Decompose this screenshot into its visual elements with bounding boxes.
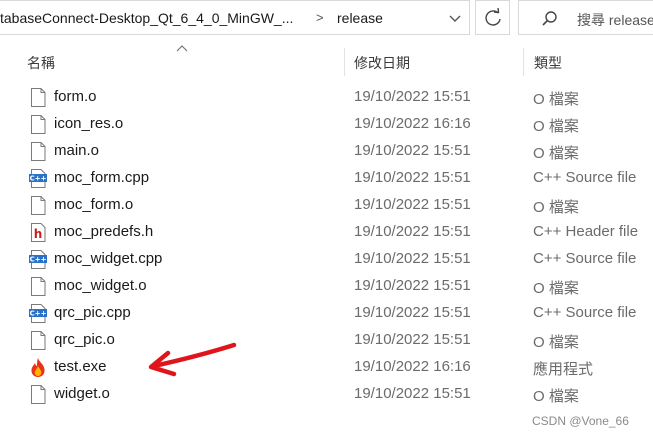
file-row[interactable]: h moc_predefs.h 19/10/2022 15:51 C++ Hea…: [0, 219, 653, 246]
address-toolbar: tabaseConnect-Desktop_Qt_6_4_0_MinGW_...…: [0, 0, 653, 36]
breadcrumb-segment-parent[interactable]: tabaseConnect-Desktop_Qt_6_4_0_MinGW_...: [0, 10, 293, 26]
file-type: O 檔案: [533, 199, 579, 216]
search-box[interactable]: 搜尋 release: [518, 0, 653, 35]
file-row-test-exe[interactable]: test.exe 19/10/2022 16:16 應用程式: [0, 354, 653, 381]
breadcrumb-separator-icon[interactable]: >: [316, 10, 324, 25]
column-header-row: 名稱 修改日期 類型: [0, 44, 653, 78]
refresh-icon: [485, 7, 501, 26]
blank-file-icon: [29, 276, 47, 297]
file-type: C++ Header file: [533, 223, 639, 240]
file-date: 19/10/2022 15:51: [354, 169, 471, 186]
breadcrumb-segment-release[interactable]: release: [337, 10, 383, 26]
file-name: moc_form.cpp: [54, 169, 150, 186]
file-name: moc_widget.o: [54, 277, 147, 294]
search-icon: [542, 11, 557, 26]
watermark-text: CSDN @Vone_66: [532, 414, 629, 428]
cpp-file-icon: C++: [29, 249, 47, 270]
address-history-dropdown[interactable]: [444, 7, 466, 29]
file-row[interactable]: moc_widget.o 19/10/2022 15:51 O 檔案: [0, 273, 653, 300]
file-name: moc_predefs.h: [54, 223, 154, 240]
address-bar[interactable]: tabaseConnect-Desktop_Qt_6_4_0_MinGW_...…: [0, 0, 470, 35]
file-date: 19/10/2022 15:51: [354, 142, 471, 159]
file-name: main.o: [54, 142, 100, 159]
blank-file-icon: [29, 114, 47, 135]
blank-file-icon: [29, 195, 47, 216]
cpp-file-icon: C++: [29, 168, 47, 189]
file-list: form.o 19/10/2022 15:51 O 檔案 icon_res.o …: [0, 84, 653, 408]
blank-file-icon: [29, 141, 47, 162]
flame-app-icon: [29, 357, 47, 378]
file-name: qrc_pic.cpp: [54, 304, 131, 321]
chevron-down-icon: [449, 15, 461, 22]
file-row[interactable]: main.o 19/10/2022 15:51 O 檔案: [0, 138, 653, 165]
file-type: O 檔案: [533, 334, 579, 351]
svg-text:C++: C++: [30, 256, 47, 264]
svg-text:h: h: [34, 227, 43, 241]
svg-text:C++: C++: [30, 175, 47, 183]
file-row[interactable]: moc_form.o 19/10/2022 15:51 O 檔案: [0, 192, 653, 219]
file-name: icon_res.o: [54, 115, 124, 132]
file-name: moc_widget.cpp: [54, 250, 163, 267]
svg-text:C++: C++: [30, 310, 47, 318]
file-name: form.o: [54, 88, 97, 105]
file-type: C++ Source file: [533, 250, 637, 267]
file-date: 19/10/2022 15:51: [354, 277, 471, 294]
blank-file-icon: [29, 87, 47, 108]
column-header-type[interactable]: 類型: [534, 53, 562, 73]
file-row[interactable]: C++ moc_widget.cpp 19/10/2022 15:51 C++ …: [0, 246, 653, 273]
header-file-icon: h: [29, 222, 47, 243]
file-row[interactable]: widget.o 19/10/2022 15:51 O 檔案: [0, 381, 653, 408]
file-date: 19/10/2022 15:51: [354, 223, 471, 240]
search-input[interactable]: 搜尋 release: [577, 10, 653, 30]
column-divider[interactable]: [523, 48, 524, 76]
file-date: 19/10/2022 15:51: [354, 385, 471, 402]
file-date: 19/10/2022 15:51: [354, 304, 471, 321]
file-name: test.exe: [54, 358, 107, 375]
file-date: 19/10/2022 15:51: [354, 196, 471, 213]
file-date: 19/10/2022 15:51: [354, 88, 471, 105]
file-row[interactable]: form.o 19/10/2022 15:51 O 檔案: [0, 84, 653, 111]
file-date: 19/10/2022 15:51: [354, 331, 471, 348]
file-type: O 檔案: [533, 145, 579, 162]
file-type: C++ Source file: [533, 169, 637, 186]
file-date: 19/10/2022 16:16: [354, 115, 471, 132]
blank-file-icon: [29, 384, 47, 405]
column-header-date[interactable]: 修改日期: [354, 53, 410, 73]
file-date: 19/10/2022 15:51: [354, 250, 471, 267]
cpp-file-icon: C++: [29, 303, 47, 324]
file-row[interactable]: qrc_pic.o 19/10/2022 15:51 O 檔案: [0, 327, 653, 354]
file-type: O 檔案: [533, 91, 579, 108]
file-type: 應用程式: [533, 361, 594, 378]
file-type: O 檔案: [533, 118, 579, 135]
column-header-name[interactable]: 名稱: [27, 53, 55, 73]
file-row[interactable]: icon_res.o 19/10/2022 16:16 O 檔案: [0, 111, 653, 138]
blank-file-icon: [29, 330, 47, 351]
file-type: C++ Source file: [533, 304, 637, 321]
red-arrow-annotation-icon: [148, 342, 237, 377]
file-name: moc_form.o: [54, 196, 134, 213]
refresh-button[interactable]: [475, 0, 510, 35]
file-type: O 檔案: [533, 388, 579, 405]
file-name: qrc_pic.o: [54, 331, 115, 348]
file-type: O 檔案: [533, 280, 579, 297]
file-row[interactable]: C++ qrc_pic.cpp 19/10/2022 15:51 C++ Sou…: [0, 300, 653, 327]
file-name: widget.o: [54, 385, 110, 402]
file-date: 19/10/2022 16:16: [354, 358, 471, 375]
file-row[interactable]: C++ moc_form.cpp 19/10/2022 15:51 C++ So…: [0, 165, 653, 192]
column-divider[interactable]: [344, 48, 345, 76]
